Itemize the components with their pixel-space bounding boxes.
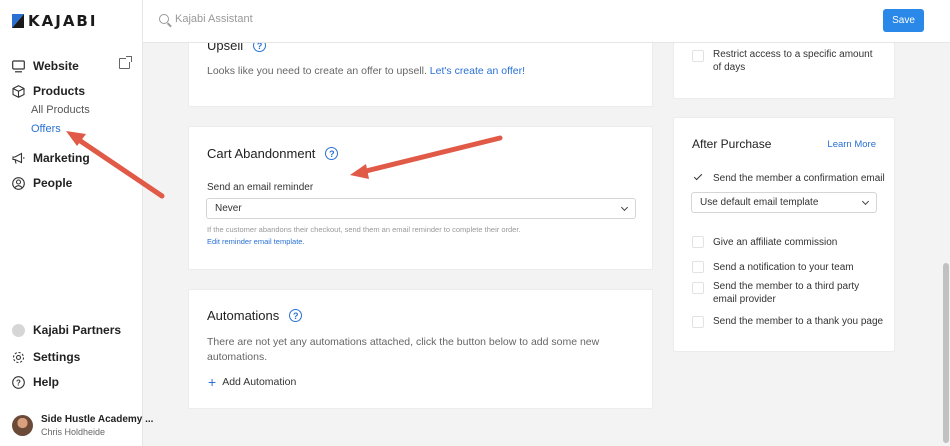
sidebar-item-label: Marketing <box>33 151 90 165</box>
svg-text:?: ? <box>16 378 21 387</box>
automations-title-row: Automations ? <box>207 308 303 323</box>
edit-reminder-template-link[interactable]: Edit reminder email template. <box>207 236 305 248</box>
thank-you-page-checkbox[interactable] <box>692 316 704 328</box>
sidebar-item-website[interactable]: Website <box>12 59 79 73</box>
email-template-value: Use default email template <box>700 197 819 208</box>
megaphone-icon <box>12 152 25 164</box>
avatar <box>12 415 33 436</box>
help-circle-icon[interactable]: ? <box>289 309 303 322</box>
upsell-text: Looks like you need to create an offer t… <box>207 65 427 77</box>
affiliate-commission-checkbox[interactable] <box>692 236 704 248</box>
search-placeholder: Kajabi Assistant <box>175 13 253 25</box>
kajabi-logo[interactable]: KAJABI <box>12 12 97 30</box>
add-automation-label: Add Automation <box>222 376 297 388</box>
affiliate-commission-label: Give an affiliate commission <box>713 237 838 248</box>
sidebar-subitem-all-products[interactable]: All Products <box>31 104 90 116</box>
automations-card: Automations ? There are not yet any auto… <box>188 289 653 409</box>
sidebar-item-label: Settings <box>33 350 81 364</box>
sidebar-subitem-offers[interactable]: Offers <box>31 123 61 135</box>
box-icon <box>12 84 25 98</box>
sidebar-item-marketing[interactable]: Marketing <box>12 151 90 165</box>
external-link-icon[interactable] <box>119 56 132 69</box>
sidebar-item-label: Kajabi Partners <box>33 323 122 337</box>
chevron-down-icon <box>861 197 870 205</box>
sidebar-item-label: Products <box>33 84 86 98</box>
sidebar-item-help[interactable]: ? Help <box>12 375 59 389</box>
after-purchase-card: After Purchase Learn More Send the membe… <box>673 117 895 352</box>
kajabi-logo-icon <box>12 14 24 28</box>
gear-icon <box>12 351 25 363</box>
person-circle-icon <box>12 176 25 190</box>
third-party-email-label: Send the member to a third party email p… <box>713 281 860 305</box>
save-button[interactable]: Save <box>883 9 924 32</box>
account-profile[interactable]: Side Hustle Academy ... Chris Holdheide <box>12 414 153 437</box>
brand-name: KAJABI <box>28 12 98 30</box>
sidebar-item-label: Help <box>33 375 60 389</box>
help-circle-icon[interactable]: ? <box>325 147 339 160</box>
learn-more-link[interactable]: Learn More <box>827 139 876 150</box>
sidebar-item-kajabi-partners[interactable]: Kajabi Partners <box>12 323 121 337</box>
reminder-help-text: If the customer abandons their checkout,… <box>207 225 521 234</box>
sidebar-item-people[interactable]: People <box>12 176 72 190</box>
team-notification-checkbox[interactable] <box>692 261 704 273</box>
cart-abandonment-card: Cart Abandonment ? Send an email reminde… <box>188 126 653 270</box>
chevron-down-icon <box>620 203 629 211</box>
thank-you-page-label: Send the member to a thank you page <box>713 316 884 327</box>
search-icon <box>159 14 169 24</box>
user-name: Chris Holdheide <box>41 427 106 437</box>
sidebar-item-label: People <box>33 176 73 190</box>
email-reminder-select[interactable]: Never <box>206 198 636 219</box>
sidebar-item-products[interactable]: Products <box>12 84 85 98</box>
email-reminder-label: Send an email reminder <box>207 182 314 193</box>
help-icon: ? <box>12 375 25 389</box>
third-party-email-checkbox[interactable] <box>692 282 704 294</box>
sidebar: KAJABI Website Products All Products Off… <box>0 0 153 446</box>
email-reminder-value: Never <box>215 203 242 214</box>
confirmation-email-checkbox[interactable] <box>692 171 704 183</box>
restrict-access-checkbox[interactable] <box>692 50 704 62</box>
top-bar: Kajabi Assistant Save <box>143 0 950 43</box>
partners-icon <box>12 323 25 337</box>
upsell-text-row: Looks like you need to create an offer t… <box>207 64 525 79</box>
sidebar-item-settings[interactable]: Settings <box>12 350 80 364</box>
assistant-search[interactable]: Kajabi Assistant <box>159 13 253 25</box>
cart-title-row: Cart Abandonment ? <box>207 146 339 161</box>
automations-empty-text: There are not yet any automations attach… <box>207 336 600 363</box>
sidebar-item-label: Website <box>33 59 79 73</box>
restrict-access-label: Restrict access to a specific amount of … <box>713 49 873 73</box>
automations-title: Automations <box>207 308 280 323</box>
add-automation-button[interactable]: + Add Automation <box>208 374 297 390</box>
plus-icon: + <box>208 374 217 390</box>
cart-abandonment-title: Cart Abandonment <box>207 146 316 161</box>
after-purchase-title: After Purchase <box>692 137 772 151</box>
email-template-select[interactable]: Use default email template <box>691 192 877 213</box>
create-offer-link[interactable]: Let's create an offer! <box>430 65 525 77</box>
scrollbar-thumb[interactable] <box>943 263 949 443</box>
monitor-icon <box>12 59 25 72</box>
site-name: Side Hustle Academy ... <box>41 414 154 425</box>
confirmation-email-label: Send the member a confirmation email <box>713 173 885 184</box>
team-notification-label: Send a notification to your team <box>713 262 854 273</box>
